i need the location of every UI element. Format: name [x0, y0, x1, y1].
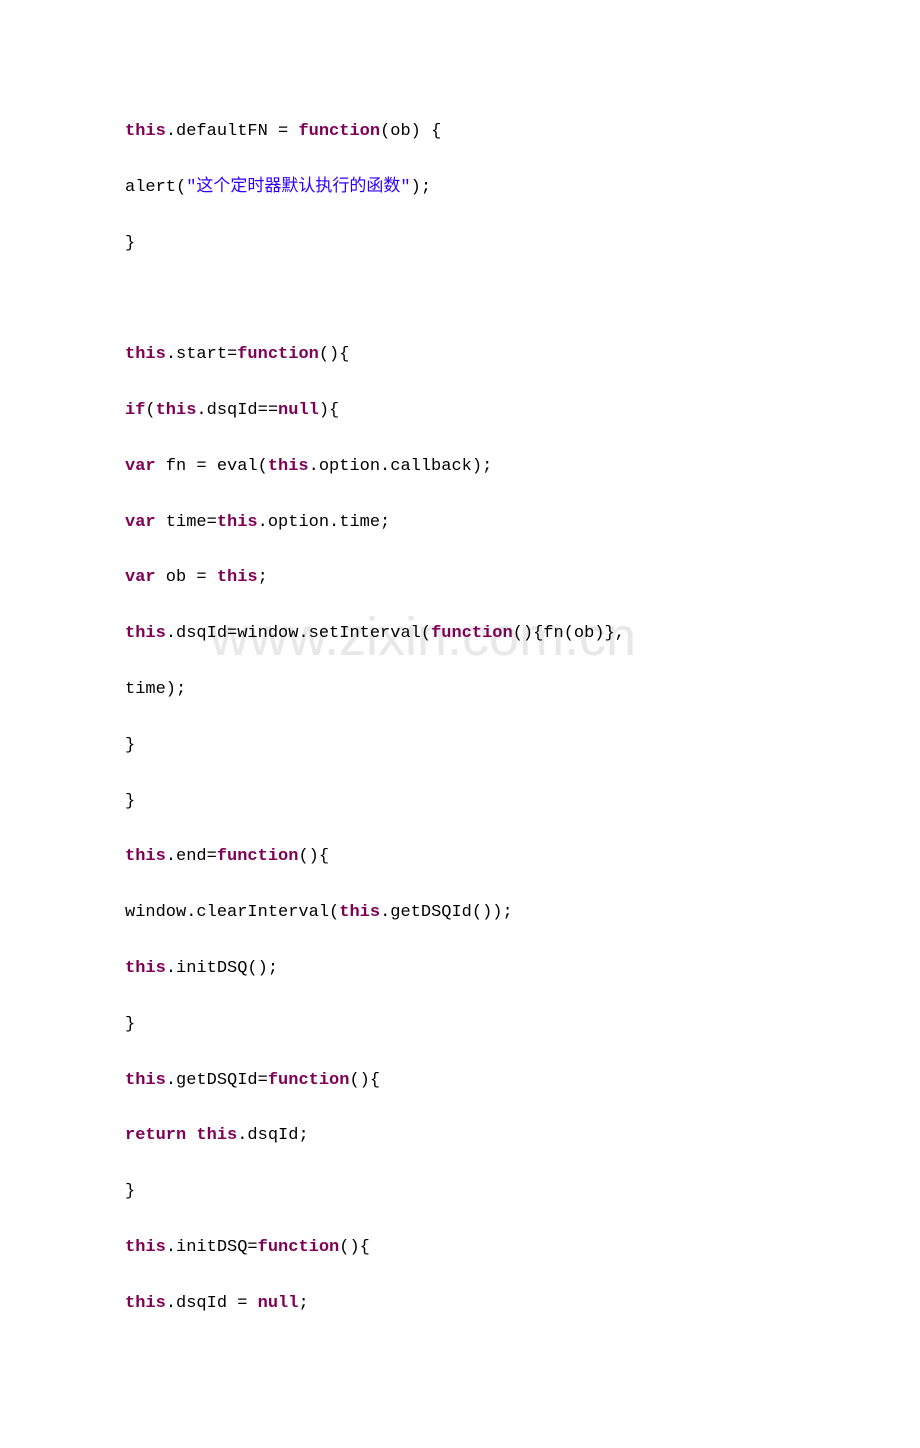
- code-token-normal: .dsqId;: [237, 1126, 308, 1145]
- code-token-keyword: return: [125, 1126, 186, 1145]
- code-token-keyword: this: [125, 1238, 166, 1257]
- code-token-keyword: function: [237, 345, 319, 364]
- code-line: var time=this.option.time;: [125, 511, 795, 535]
- code-token-keyword: this: [217, 568, 258, 587]
- code-line: this.dsqId = null;: [125, 1292, 795, 1316]
- code-token-normal: }: [125, 736, 135, 755]
- code-line: if(this.dsqId==null){: [125, 399, 795, 423]
- code-line: var fn = eval(this.option.callback);: [125, 455, 795, 479]
- code-token-normal: (){: [319, 345, 350, 364]
- code-token-normal: .option.callback);: [309, 457, 493, 476]
- code-token-keyword: this: [125, 1071, 166, 1090]
- code-token-normal: ob =: [156, 568, 217, 587]
- code-token-normal: fn = eval(: [156, 457, 268, 476]
- code-line: alert("这个定时器默认执行的函数");: [125, 176, 795, 200]
- code-token-normal: (){fn(ob)},: [513, 624, 625, 643]
- code-token-normal: .getDSQId());: [380, 903, 513, 922]
- code-token-normal: ;: [298, 1294, 308, 1313]
- code-token-normal: .initDSQ=: [166, 1238, 258, 1257]
- code-token-keyword: this: [125, 624, 166, 643]
- document-page: www.zixin.com.cn this.defaultFN = functi…: [0, 0, 920, 1448]
- code-token-keyword: this: [125, 345, 166, 364]
- code-line: }: [125, 1180, 795, 1204]
- code-token-keyword: function: [217, 847, 299, 866]
- code-token-keyword: this: [125, 959, 166, 978]
- code-token-normal: }: [125, 234, 135, 253]
- code-line: time);: [125, 678, 795, 702]
- code-token-keyword: this: [217, 513, 258, 532]
- code-token-keyword: function: [258, 1238, 340, 1257]
- code-token-normal: .initDSQ();: [166, 959, 278, 978]
- code-line: this.initDSQ();: [125, 957, 795, 981]
- code-token-normal: (: [145, 401, 155, 420]
- code-token-normal: .dsqId =: [166, 1294, 258, 1313]
- code-token-keyword: null: [278, 401, 319, 420]
- code-token-keyword: this: [339, 903, 380, 922]
- code-token-keyword: var: [125, 457, 156, 476]
- code-token-normal: ;: [258, 568, 268, 587]
- code-token-normal: .defaultFN =: [166, 122, 299, 141]
- code-token-keyword: if: [125, 401, 145, 420]
- code-token-normal: .getDSQId=: [166, 1071, 268, 1090]
- code-token-normal: (){: [339, 1238, 370, 1257]
- code-line: this.dsqId=window.setInterval(function()…: [125, 622, 795, 646]
- code-line: }: [125, 790, 795, 814]
- code-token-keyword: this: [268, 457, 309, 476]
- code-token-normal: );: [411, 178, 431, 197]
- code-token-keyword: this: [125, 1294, 166, 1313]
- code-content: this.defaultFN = function(ob) {alert("这个…: [125, 120, 795, 1316]
- code-token-normal: }: [125, 1015, 135, 1034]
- code-token-normal: (){: [298, 847, 329, 866]
- code-token-normal: .end=: [166, 847, 217, 866]
- code-line: this.getDSQId=function(){: [125, 1069, 795, 1093]
- code-token-normal: .dsqId==: [196, 401, 278, 420]
- code-token-normal: time);: [125, 680, 186, 699]
- code-token-keyword: this: [156, 401, 197, 420]
- code-line: window.clearInterval(this.getDSQId());: [125, 901, 795, 925]
- code-line: return this.dsqId;: [125, 1124, 795, 1148]
- code-token-normal: ){: [319, 401, 339, 420]
- code-line: this.end=function(){: [125, 845, 795, 869]
- code-token-normal: .dsqId=window.setInterval(: [166, 624, 431, 643]
- code-token-normal: [186, 1126, 196, 1145]
- code-token-keyword: function: [298, 122, 380, 141]
- code-line: var ob = this;: [125, 566, 795, 590]
- code-token-normal: .start=: [166, 345, 237, 364]
- code-line: this.defaultFN = function(ob) {: [125, 120, 795, 144]
- code-token-normal: [125, 289, 135, 308]
- code-token-keyword: var: [125, 513, 156, 532]
- code-token-normal: .option.time;: [258, 513, 391, 532]
- code-token-keyword: function: [431, 624, 513, 643]
- code-token-keyword: this: [196, 1126, 237, 1145]
- code-token-normal: }: [125, 1182, 135, 1201]
- code-line: }: [125, 232, 795, 256]
- code-token-keyword: var: [125, 568, 156, 587]
- code-token-keyword: null: [258, 1294, 299, 1313]
- code-token-normal: window.clearInterval(: [125, 903, 339, 922]
- code-line: }: [125, 734, 795, 758]
- code-token-normal: alert(: [125, 178, 186, 197]
- code-line: }: [125, 1013, 795, 1037]
- code-token-keyword: this: [125, 847, 166, 866]
- code-token-normal: (){: [349, 1071, 380, 1090]
- code-token-normal: time=: [156, 513, 217, 532]
- code-line: [125, 287, 795, 311]
- code-line: this.initDSQ=function(){: [125, 1236, 795, 1260]
- code-token-keyword: this: [125, 122, 166, 141]
- code-token-keyword: function: [268, 1071, 350, 1090]
- code-line: this.start=function(){: [125, 343, 795, 367]
- code-token-normal: }: [125, 792, 135, 811]
- code-token-normal: (ob) {: [380, 122, 441, 141]
- code-token-string: "这个定时器默认执行的函数": [186, 178, 410, 197]
